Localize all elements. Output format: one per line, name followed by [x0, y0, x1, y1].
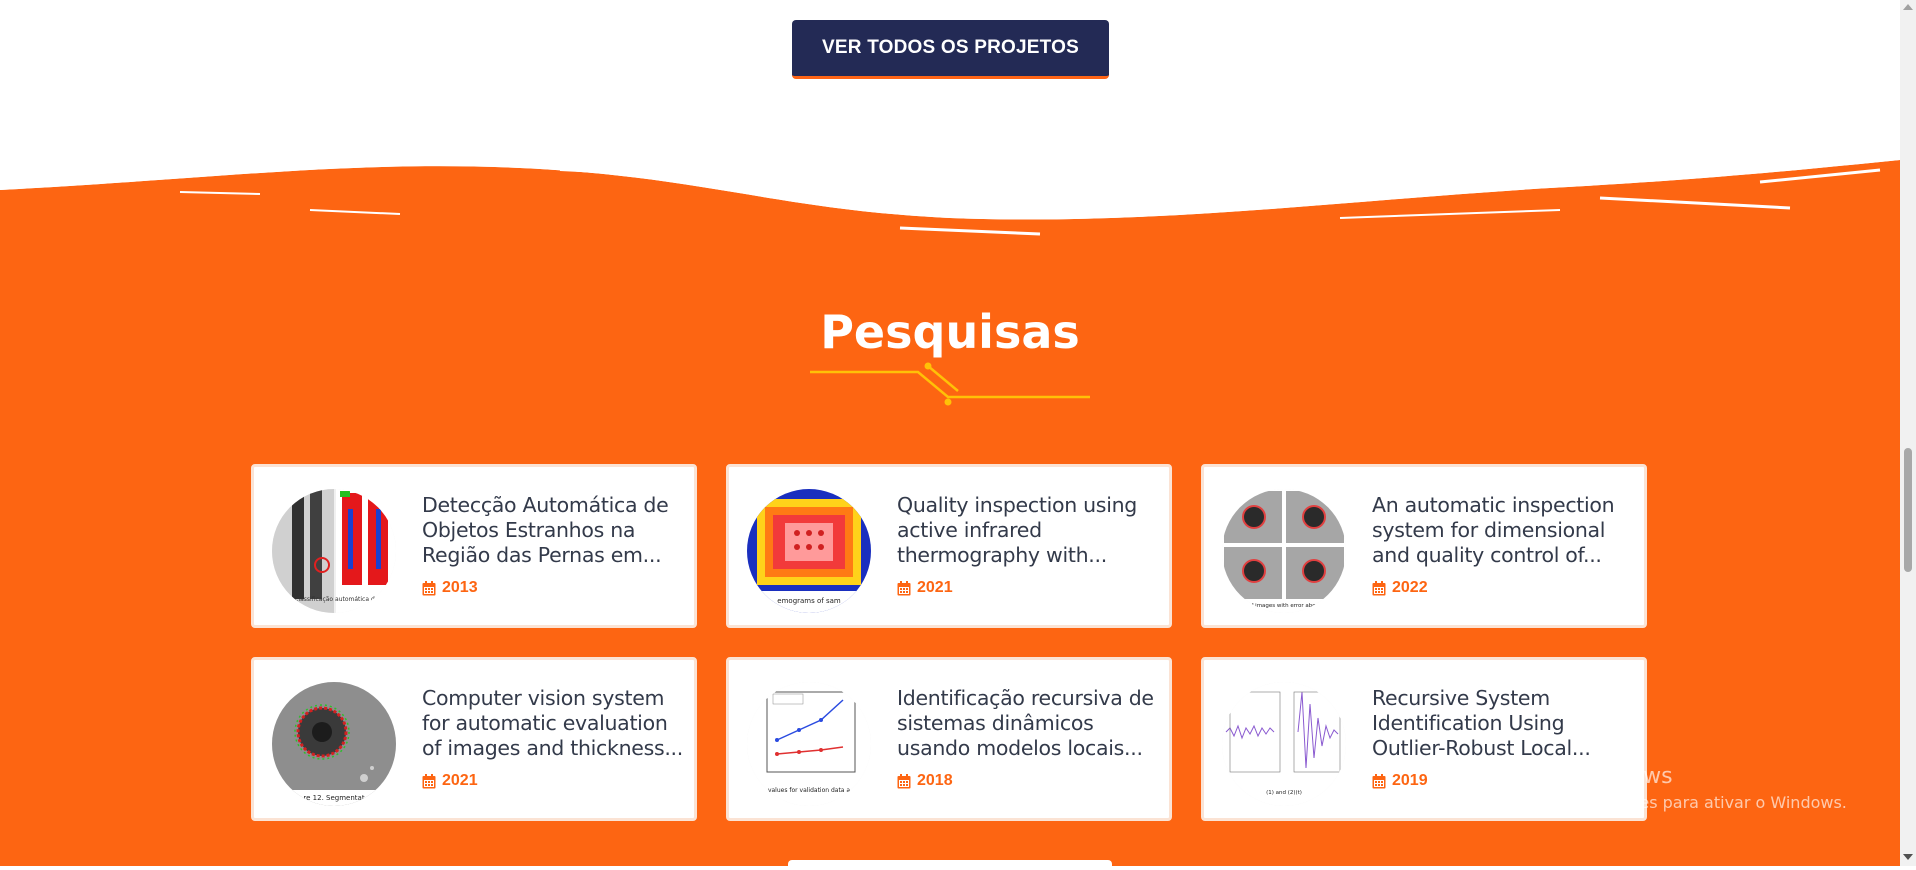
research-thumbnail: (1) and (2)(t) [1222, 682, 1346, 806]
calendar-icon [897, 580, 911, 595]
research-card[interactable]: re 12. Segmentat Computer vision system … [251, 657, 697, 821]
thumbnail-caption: ofiles of images with error above 99% [1232, 603, 1336, 609]
research-thumbnail: values for validation data a [747, 682, 871, 806]
thumbnail-caption: values for validation data a [768, 787, 850, 794]
scroll-down-arrow[interactable] [1903, 854, 1913, 860]
windows-activation-watermark: Ativar o Windows Acesse Configurações pa… [1482, 764, 1847, 812]
year-label: 2022 [1392, 579, 1428, 596]
research-card-year: 2018 [897, 772, 953, 790]
research-thumbnail: emograms of sam [747, 489, 871, 613]
research-card[interactable]: o de classificação automática de ob Dete… [251, 464, 697, 628]
thumbnail-caption: (1) and (2)(t) [1266, 790, 1302, 796]
research-card[interactable]: emograms of sam Quality inspection using… [726, 464, 1172, 628]
view-all-research-button[interactable] [788, 860, 1112, 870]
research-card-year: 2021 [422, 772, 478, 790]
research-card-year: 2013 [422, 579, 478, 597]
page-scrollbar[interactable] [1900, 0, 1916, 866]
watermark-subtitle: Acesse Configurações para ativar o Windo… [1482, 793, 1847, 812]
year-label: 2021 [442, 772, 478, 789]
research-card-year: 2019 [1372, 772, 1428, 790]
watermark-title: Ativar o Windows [1482, 764, 1673, 789]
research-thumbnail: re 12. Segmentat [272, 682, 396, 806]
calendar-icon [422, 580, 436, 595]
calendar-icon [897, 773, 911, 788]
research-thumbnail: ofiles of images with error above 99% [1222, 489, 1346, 613]
thumbnail-caption: emograms of sam [777, 597, 841, 605]
research-card-title: Recursive System Identification Using Ou… [1372, 686, 1591, 760]
research-card-title: Detecção Automática de Objetos Estranhos… [422, 493, 669, 567]
scrollbar-thumb[interactable] [1904, 448, 1912, 572]
year-label: 2018 [917, 772, 953, 789]
research-card-year: 2021 [897, 579, 953, 597]
year-label: 2019 [1392, 772, 1428, 789]
year-label: 2021 [917, 579, 953, 596]
view-all-projects-button[interactable]: VER TODOS OS PROJETOS [792, 20, 1109, 79]
title-circuit-ornament [810, 362, 1090, 406]
research-thumbnail: o de classificação automática de ob [272, 489, 396, 613]
scroll-up-arrow[interactable] [1903, 4, 1913, 10]
thumbnail-caption: o de classificação automática de ob [280, 596, 388, 603]
research-card[interactable]: ofiles of images with error above 99% An… [1201, 464, 1647, 628]
year-label: 2013 [442, 579, 478, 596]
thumbnail-caption: re 12. Segmentat [303, 794, 364, 802]
research-card-year: 2022 [1372, 579, 1428, 597]
calendar-icon [422, 773, 436, 788]
research-card[interactable]: values for validation data a Identificaç… [726, 657, 1172, 821]
calendar-icon [1372, 773, 1386, 788]
research-card-title: An automatic inspection system for dimen… [1372, 493, 1615, 567]
calendar-icon [1372, 580, 1386, 595]
wave-divider [0, 140, 1900, 236]
section-title: Pesquisas [820, 305, 1080, 359]
research-card-title: Identificação recursiva de sistemas dinâ… [897, 686, 1154, 760]
research-card-title: Quality inspection using active infrared… [897, 493, 1137, 567]
research-card-title: Computer vision system for automatic eva… [422, 686, 683, 760]
